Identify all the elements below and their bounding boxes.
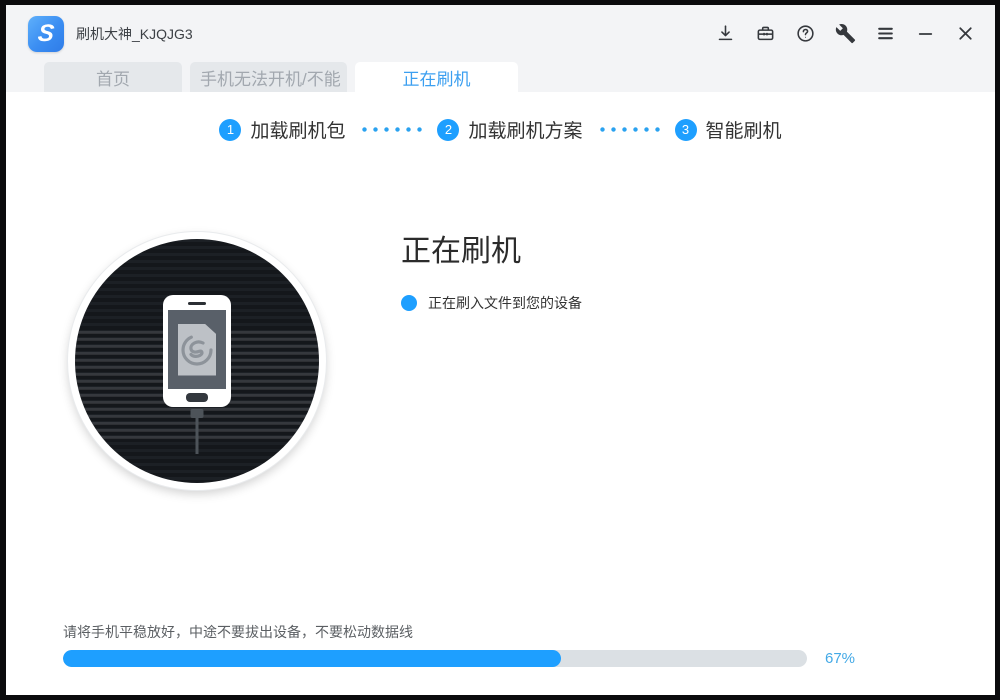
titlebar: S 刷机大神_KJQJG3 [6, 5, 995, 62]
usb-cable [196, 418, 199, 454]
tab-cannot-boot[interactable]: 手机无法开机/不能 [190, 62, 347, 92]
progress-percent: 67% [825, 650, 855, 667]
menu-button[interactable] [873, 22, 897, 46]
app-logo-icon: S [28, 16, 64, 52]
phone-home-button [186, 393, 208, 402]
logo-swirl-icon [177, 330, 217, 370]
tab-bar: 首页 手机无法开机/不能 正在刷机 [6, 62, 995, 92]
titlebar-actions [713, 5, 977, 62]
progress-row: 67% [63, 650, 855, 667]
phone-speaker [188, 302, 206, 305]
step-3-badge: 3 [675, 119, 697, 141]
tab-flashing-active[interactable]: 正在刷机 [355, 62, 518, 92]
settings-button[interactable] [833, 22, 857, 46]
phone-screen [168, 310, 226, 389]
wrench-icon [835, 23, 856, 44]
step-2-badge: 2 [437, 119, 459, 141]
status-dot-icon [401, 295, 417, 311]
warning-text: 请将手机平稳放好，中途不要拔出设备，不要松动数据线 [63, 622, 855, 642]
minimize-button[interactable] [913, 22, 937, 46]
step-2-label: 加载刷机方案 [468, 116, 582, 143]
menu-icon [875, 23, 896, 44]
progress-bar [63, 650, 807, 667]
step-dots-icon [359, 127, 423, 132]
step-dots-icon [597, 127, 661, 132]
main-content: 1 加载刷机包 2 加载刷机方案 3 智能刷机 [6, 116, 995, 700]
step-1-badge: 1 [219, 119, 241, 141]
usb-connector [191, 409, 204, 418]
toolbox-button[interactable] [753, 22, 777, 46]
download-icon [715, 23, 736, 44]
step-load-package: 1 加载刷机包 [219, 116, 345, 143]
status-row: 正在刷入文件到您的设备 [401, 293, 582, 313]
app-window: S 刷机大神_KJQJG3 [0, 0, 1000, 700]
page-title: 正在刷机 [401, 226, 582, 270]
step-load-scheme: 2 加载刷机方案 [437, 116, 582, 143]
phone-icon [163, 295, 231, 407]
flash-status-panel: 正在刷机 正在刷入文件到您的设备 [401, 226, 582, 313]
window-title: 刷机大神_KJQJG3 [76, 24, 193, 44]
status-text: 正在刷入文件到您的设备 [428, 293, 582, 313]
minimize-icon [915, 23, 936, 44]
help-button[interactable] [793, 22, 817, 46]
step-3-label: 智能刷机 [706, 116, 782, 143]
progress-bar-fill [63, 650, 561, 667]
header: S 刷机大神_KJQJG3 [6, 5, 995, 92]
download-button[interactable] [713, 22, 737, 46]
tab-home[interactable]: 首页 [44, 62, 182, 92]
close-icon [955, 23, 976, 44]
step-1-label: 加载刷机包 [250, 116, 345, 143]
help-icon [795, 23, 816, 44]
toolbox-icon [755, 23, 776, 44]
step-indicator: 1 加载刷机包 2 加载刷机方案 3 智能刷机 [6, 116, 995, 143]
close-button[interactable] [953, 22, 977, 46]
step-smart-flash: 3 智能刷机 [675, 116, 782, 143]
device-illustration [68, 232, 326, 490]
progress-section: 请将手机平稳放好，中途不要拔出设备，不要松动数据线 67% [63, 622, 855, 667]
